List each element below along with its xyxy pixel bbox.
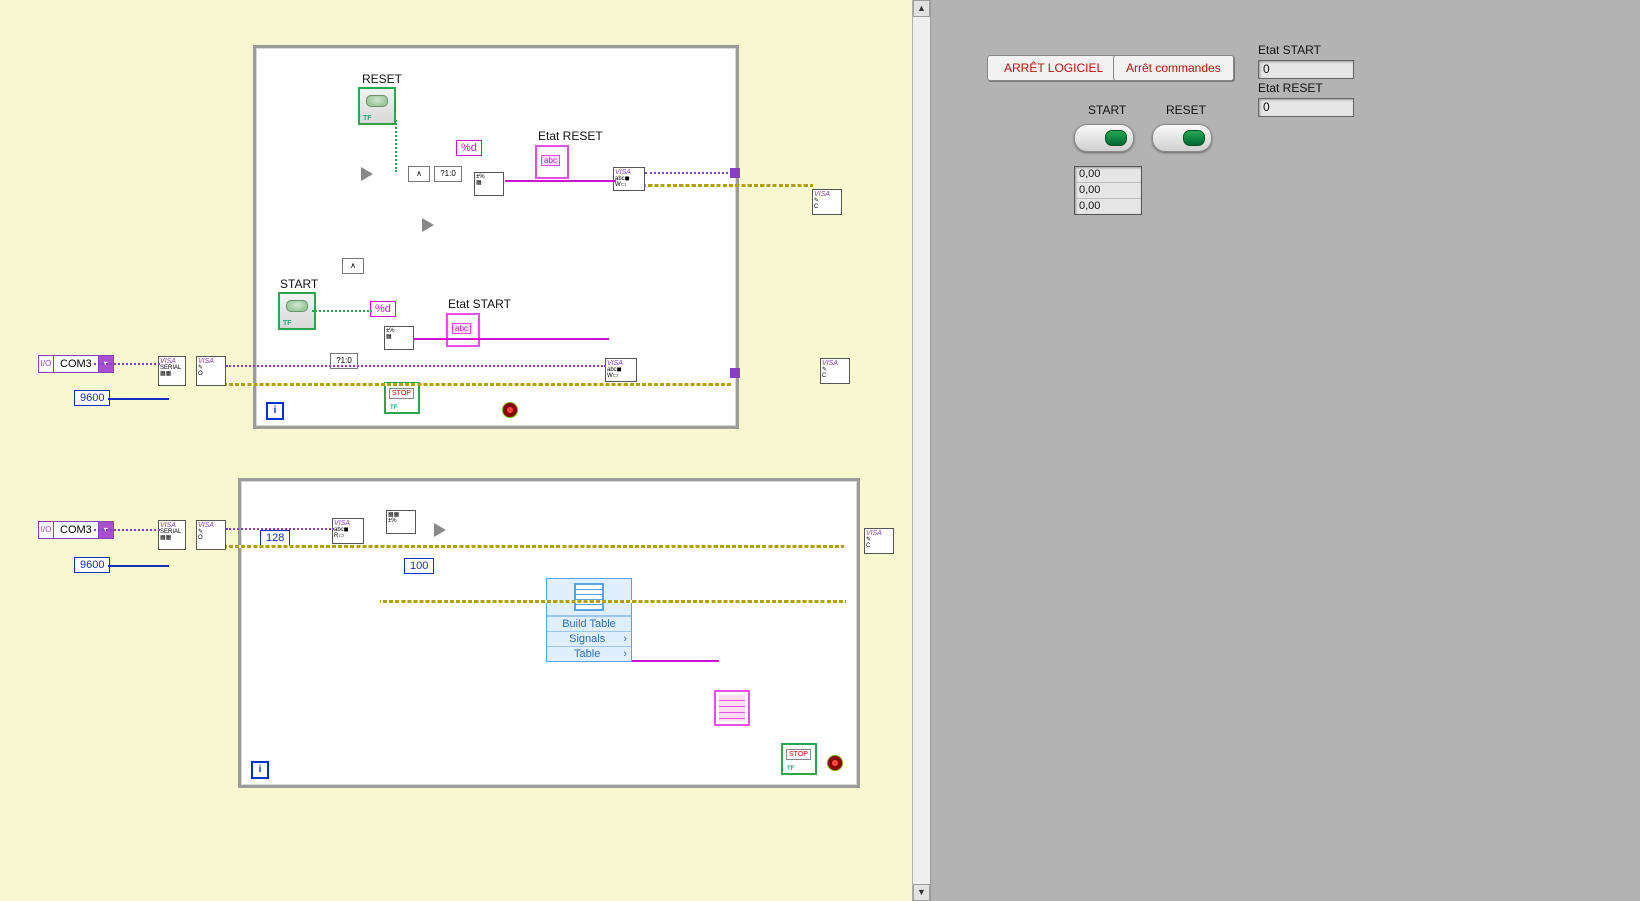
visa-close-3: VISA✎C [864, 528, 894, 554]
toggle-indicator-icon [1183, 130, 1205, 146]
reset-toggle[interactable] [1152, 124, 1212, 152]
dropdown-icon[interactable]: ▾ [99, 521, 114, 539]
visa-serial-cfg-2: VISASERIAL▦▦ [158, 520, 186, 550]
stop-button-terminal-upper[interactable]: TF [384, 382, 420, 414]
label-start: START [1088, 103, 1126, 117]
etat-reset-indicator: 0 [1258, 98, 1354, 117]
visa-resource-value-2: COM3 [54, 521, 99, 539]
loop-condition-terminal-icon [502, 402, 518, 418]
reset-control-terminal[interactable]: TF [358, 87, 396, 125]
express-table-row[interactable]: Table [547, 646, 631, 661]
not-gate-2-icon [422, 218, 434, 232]
tunnel-icon [730, 168, 740, 178]
table-row: 0,00 [1075, 183, 1141, 199]
start-control-terminal[interactable]: TF [278, 292, 316, 330]
format-into-string-2: ±%▦ [384, 326, 414, 350]
scroll-up-icon[interactable]: ▲ [913, 0, 930, 17]
select-case-1: ?1:0 [434, 166, 462, 182]
etat-reset-indicator-terminal [535, 145, 569, 179]
loop-condition-terminal-icon [827, 755, 843, 771]
arret-logiciel-button[interactable]: ARRÊT LOGICIEL [987, 55, 1120, 81]
table-row: 0,00 [1075, 167, 1141, 183]
while-loop-upper: i TF [253, 45, 739, 429]
format-string-d-2[interactable]: %d [370, 301, 396, 317]
wire [108, 565, 169, 567]
visa-read: VISAabc◼R▭ [332, 518, 364, 544]
table-indicator-terminal [714, 690, 750, 726]
io-glyph-icon: I/O [38, 521, 54, 539]
visa-close-1: VISA✎C [812, 189, 842, 215]
const-100[interactable]: 100 [404, 558, 434, 574]
scan-from-string: ▦▦±% [386, 510, 416, 534]
arret-commandes-button[interactable]: Arrêt commandes [1113, 55, 1234, 81]
scroll-down-icon[interactable]: ▼ [913, 884, 930, 901]
visa-write-2: VISAabc◼W▭ [605, 358, 637, 382]
dropdown-icon[interactable]: ▾ [99, 355, 114, 373]
label-reset: RESET [362, 72, 402, 86]
baud-rate-constant-2[interactable]: 9600 [74, 557, 110, 573]
const-128[interactable]: 128 [260, 530, 290, 546]
label-etat-reset: Etat RESET [538, 129, 603, 143]
index-split-icon [434, 523, 446, 537]
label-etat-start: Etat START [1258, 43, 1321, 57]
table-grid-icon [574, 583, 604, 611]
baud-rate-constant-1[interactable]: 9600 [74, 390, 110, 406]
start-toggle[interactable] [1074, 124, 1134, 152]
iteration-terminal-icon: i [266, 402, 284, 420]
and-gate-2-icon: ∧ [342, 258, 364, 274]
select-case-2: ?1:0 [330, 353, 358, 369]
io-glyph-icon: I/O [38, 355, 54, 373]
etat-start-indicator: 0 [1258, 60, 1354, 79]
build-table-express[interactable]: Build Table Signals Table [546, 578, 632, 662]
visa-serial-cfg-1: VISASERIAL▦▦ [158, 356, 186, 386]
format-into-string-1: ±%▦ [474, 172, 504, 196]
label-start: START [280, 277, 318, 291]
format-string-d-1[interactable]: %d [456, 140, 482, 156]
express-signals-row[interactable]: Signals [547, 631, 631, 646]
output-table: 0,00 0,00 0,00 [1074, 166, 1142, 215]
and-gate-icon: ∧ [408, 166, 430, 182]
visa-resource-value: COM3 [54, 355, 99, 373]
tunnel-icon [730, 368, 740, 378]
label-reset: RESET [1166, 103, 1206, 117]
vertical-scrollbar[interactable]: ▲ ▼ [912, 0, 930, 901]
stop-button-terminal-lower[interactable]: TF [781, 743, 817, 775]
label-etat-start: Etat START [448, 297, 511, 311]
not-gate-icon [361, 167, 373, 181]
visa-open-1: VISA✎O [196, 356, 226, 386]
visa-close-2: VISA✎C [820, 358, 850, 384]
label-etat-reset: Etat RESET [1258, 81, 1323, 95]
express-title: Build Table [547, 616, 631, 631]
etat-start-indicator-terminal [446, 313, 480, 347]
wire [108, 398, 169, 400]
visa-open-2: VISA✎O [196, 520, 226, 550]
iteration-terminal-icon: i [251, 761, 269, 779]
toggle-indicator-icon [1105, 130, 1127, 146]
visa-write-1: VISAabc◼W▭ [613, 167, 645, 191]
block-diagram-panel[interactable]: i TF RESET TF Etat RESET %d ∧ ?1:0 ±%▦ ∧… [0, 0, 931, 901]
visa-resource-control-1[interactable]: I/O COM3 ▾ [38, 355, 114, 373]
table-row: 0,00 [1075, 199, 1141, 214]
front-panel[interactable]: ARRÊT LOGICIEL Arrêt commandes START RES… [931, 0, 1640, 901]
visa-resource-control-2[interactable]: I/O COM3 ▾ [38, 521, 114, 539]
